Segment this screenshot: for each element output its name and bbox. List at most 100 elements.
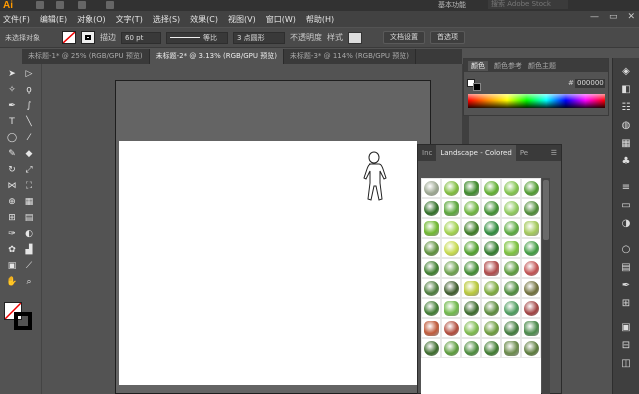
symbol-swatch[interactable] (441, 298, 461, 318)
symbol-swatch[interactable] (521, 278, 541, 298)
menu-window[interactable]: 窗口(W) (266, 14, 296, 25)
color-panel-icon[interactable]: ◍ (620, 120, 632, 132)
symbol-scrollbar[interactable] (542, 178, 550, 394)
symbols-icon[interactable]: ♣ (620, 156, 632, 168)
symbol-swatch[interactable] (481, 198, 501, 218)
align-icon[interactable]: ⊟ (620, 340, 632, 352)
slice-tool-icon[interactable]: ⟋ (22, 259, 36, 273)
symbol-swatch[interactable] (441, 238, 461, 258)
symbol-swatch[interactable] (521, 218, 541, 238)
swatches-icon[interactable]: ▦ (620, 138, 632, 150)
hand-tool-icon[interactable]: ✋ (5, 275, 19, 289)
appearance-icon[interactable]: ○ (620, 244, 632, 256)
symbol-swatch[interactable] (521, 318, 541, 338)
gradient-panel-icon[interactable]: ▭ (620, 200, 632, 212)
symbol-swatch[interactable] (461, 218, 481, 238)
symbol-swatch[interactable] (501, 238, 521, 258)
tab-inc[interactable]: Inc (418, 149, 436, 157)
symbol-swatch[interactable] (521, 238, 541, 258)
rotate-tool-icon[interactable]: ↻ (5, 163, 19, 177)
menu-help[interactable]: 帮助(H) (306, 14, 334, 25)
symbol-swatch[interactable] (421, 278, 441, 298)
symbol-swatch[interactable] (441, 318, 461, 338)
paintbrush-icon[interactable]: ⁄ (22, 131, 36, 145)
tab-landscape-colored[interactable]: Landscape - Colored (436, 145, 516, 161)
fill-swatch[interactable] (62, 31, 76, 44)
symbol-swatch[interactable] (441, 178, 461, 198)
stock-icon[interactable] (56, 1, 64, 9)
color-spectrum[interactable] (468, 94, 605, 108)
symbol-swatch[interactable] (461, 338, 481, 358)
symbol-swatch[interactable] (481, 178, 501, 198)
brush-definition[interactable]: 3 点圆形 (233, 31, 285, 44)
shape-builder-icon[interactable]: ⊕ (5, 195, 19, 209)
panel-menu-icon[interactable]: ☰ (547, 149, 561, 157)
symbol-swatch[interactable] (501, 218, 521, 238)
style-swatch[interactable] (348, 31, 362, 44)
symbol-swatch[interactable] (421, 218, 441, 238)
symbol-swatch[interactable] (421, 338, 441, 358)
symbol-swatch[interactable] (481, 298, 501, 318)
symbol-sprayer-icon[interactable]: ✿ (5, 243, 19, 257)
blend-tool-icon[interactable]: ◐ (22, 227, 36, 241)
menu-effect[interactable]: 效果(C) (190, 14, 218, 25)
symbol-swatch[interactable] (421, 178, 441, 198)
tab-color-themes[interactable]: 颜色主题 (528, 61, 556, 71)
tab-doc-3[interactable]: 未标题-3* @ 114% (RGB/GPU 预览) (283, 49, 416, 64)
stroke-panel-icon[interactable]: ≡ (620, 182, 632, 194)
symbol-swatch[interactable] (481, 278, 501, 298)
magic-wand-icon[interactable]: ✧ (5, 83, 19, 97)
mesh-tool-icon[interactable]: ⊞ (5, 211, 19, 225)
hex-input[interactable]: 000000 (575, 79, 605, 88)
child-silhouette[interactable] (358, 150, 390, 204)
artboards-panel-icon[interactable]: ▣ (620, 322, 632, 334)
symbol-swatch[interactable] (521, 258, 541, 278)
arrange-docs-icon[interactable] (78, 1, 86, 9)
line-tool-icon[interactable]: ╲ (22, 115, 36, 129)
stroke-weight-field[interactable]: 60 pt (121, 31, 161, 44)
symbol-swatch[interactable] (481, 338, 501, 358)
symbol-swatch[interactable] (461, 238, 481, 258)
symbol-swatch[interactable] (481, 318, 501, 338)
symbol-swatch[interactable] (421, 298, 441, 318)
symbol-swatch[interactable] (461, 318, 481, 338)
type-tool-icon[interactable]: T (5, 115, 19, 129)
symbol-swatch[interactable] (501, 258, 521, 278)
symbol-swatch[interactable] (421, 258, 441, 278)
symbol-swatch[interactable] (501, 198, 521, 218)
lasso-icon[interactable]: ϙ (22, 83, 36, 97)
symbol-swatch[interactable] (521, 178, 541, 198)
curvature-tool-icon[interactable]: ∫ (22, 99, 36, 113)
tab-doc-1[interactable]: 未标题-1* @ 25% (RGB/GPU 预览) (22, 49, 150, 64)
menu-object[interactable]: 对象(O) (77, 14, 106, 25)
ellipse-tool-icon[interactable]: ◯ (5, 131, 19, 145)
symbol-swatch[interactable] (421, 318, 441, 338)
symbol-swatch[interactable] (501, 278, 521, 298)
menu-edit[interactable]: 编辑(E) (40, 14, 67, 25)
menu-select[interactable]: 选择(S) (153, 14, 180, 25)
symbol-swatch[interactable] (521, 338, 541, 358)
symbol-swatch[interactable] (441, 258, 461, 278)
document-setup-button[interactable]: 文档设置 (383, 31, 425, 44)
tab-doc-2[interactable]: 未标题-2* @ 3.13% (RGB/GPU 预览) (149, 49, 284, 64)
free-transform-icon[interactable]: ⛶ (22, 179, 36, 193)
direct-selection-tool-icon[interactable]: ▷ (22, 67, 36, 81)
stroke-color-swatch[interactable] (14, 312, 32, 330)
tab-color-guide[interactable]: 颜色参考 (494, 61, 522, 71)
tab-pe[interactable]: Pe (516, 149, 532, 157)
symbol-swatch[interactable] (521, 298, 541, 318)
width-tool-icon[interactable]: ⋈ (5, 179, 19, 193)
maximize-icon[interactable]: ▭ (609, 12, 618, 22)
menu-file[interactable]: 文件(F) (3, 14, 30, 25)
symbol-swatch[interactable] (461, 178, 481, 198)
properties-icon[interactable]: ◈ (620, 66, 632, 78)
symbol-swatch[interactable] (441, 278, 461, 298)
symbol-swatch[interactable] (461, 198, 481, 218)
selection-tool-icon[interactable]: ➤ (5, 67, 19, 81)
symbol-swatch[interactable] (481, 258, 501, 278)
symbol-swatch[interactable] (501, 338, 521, 358)
stock-search-input[interactable]: 搜索 Adobe Stock (488, 0, 568, 9)
pathfinder-icon[interactable]: ◫ (620, 358, 632, 370)
symbol-swatch[interactable] (441, 338, 461, 358)
eyedropper-icon[interactable]: ✑ (5, 227, 19, 241)
